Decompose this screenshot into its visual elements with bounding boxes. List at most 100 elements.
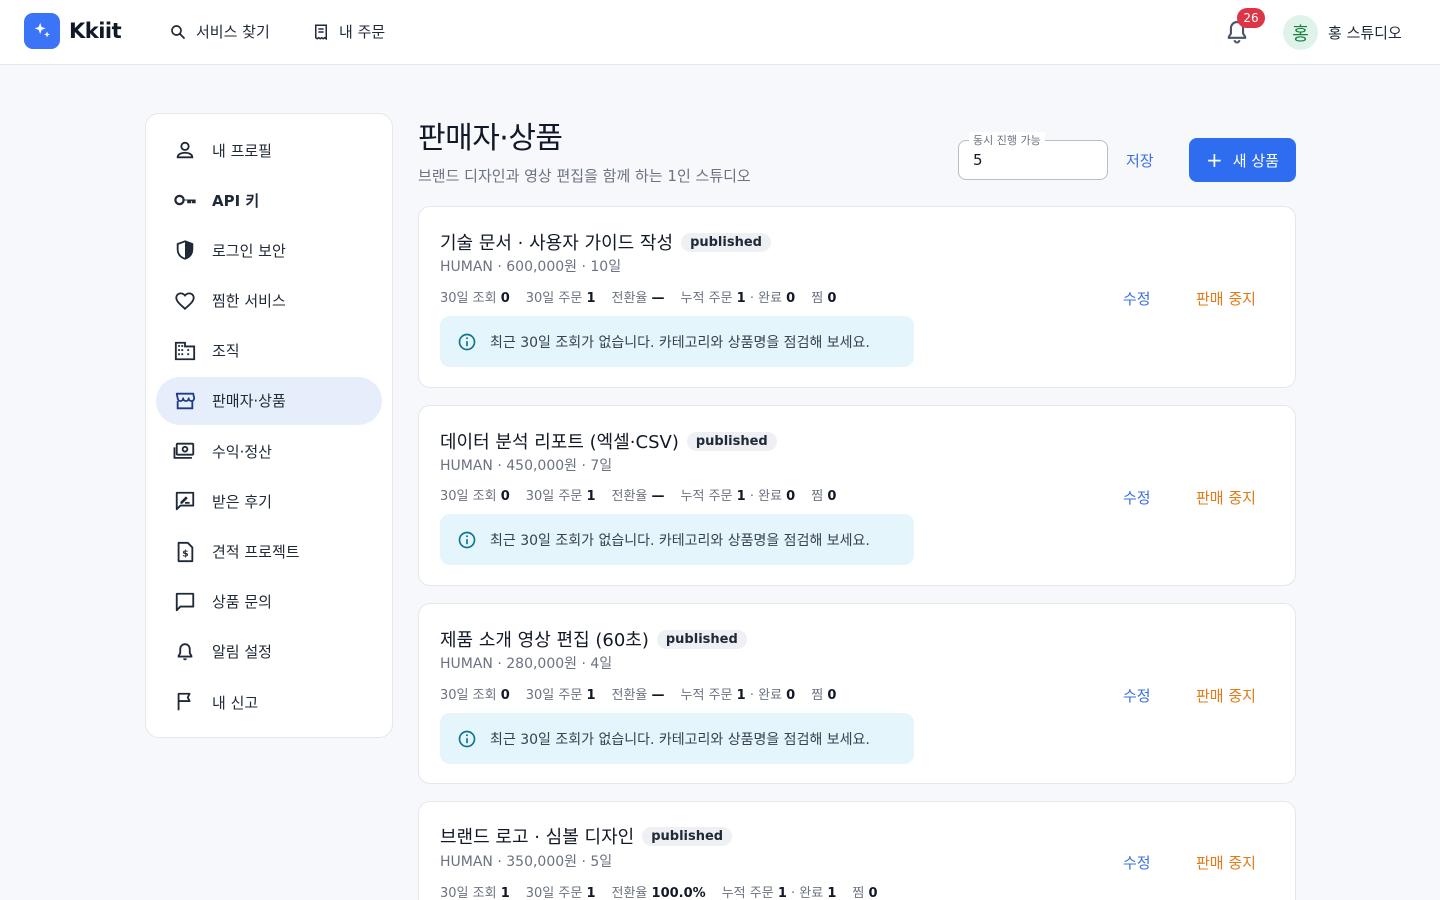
sidebar-item-label: 판매자·상품 xyxy=(212,392,286,411)
concurrent-capacity-field[interactable]: 동시 진행 가능 5 xyxy=(958,132,1108,180)
low-views-notice: 최근 30일 조회가 없습니다. 카테고리와 상품명을 점검해 보세요. xyxy=(440,514,914,565)
stat-value: 1 xyxy=(736,489,746,504)
sidebar-item-label: 조직 xyxy=(212,342,240,361)
sidebar-item-notification-settings[interactable]: 알림 설정 xyxy=(156,628,382,676)
stat-value: 1 xyxy=(500,886,510,900)
stat-label: 30일 주문 xyxy=(525,688,583,703)
stat-value: 100.0% xyxy=(651,886,706,900)
new-product-button[interactable]: + 새 상품 xyxy=(1189,138,1296,182)
status-badge: published xyxy=(686,431,777,451)
concurrent-capacity-value[interactable]: 5 xyxy=(973,151,983,169)
request-quote-icon: $ xyxy=(173,540,197,564)
nav-find-services[interactable]: 서비스 찾기 xyxy=(169,21,270,42)
status-badge: published xyxy=(681,232,771,252)
sidebar-item-my-reports[interactable]: 내 신고 xyxy=(156,678,382,726)
sidebar-item-quote-projects[interactable]: $ 견적 프로젝트 xyxy=(156,528,382,576)
stat-value: 0 xyxy=(786,291,796,306)
stat-label: 30일 주문 xyxy=(525,489,583,504)
stat-value: 1 xyxy=(586,489,596,504)
stat-label: 전환율 xyxy=(611,489,648,504)
sidebar-item-favorites[interactable]: 찜한 서비스 xyxy=(156,277,382,325)
product-stats: 30일 조회 1 30일 주문 1 전환율 100.0% 누적 주문 1 · 완료 1… xyxy=(440,886,878,900)
sidebar-item-login-security[interactable]: 로그인 보안 xyxy=(156,226,382,274)
stat-value: 0 xyxy=(786,489,796,504)
info-icon xyxy=(458,730,476,747)
status-badge: published xyxy=(642,826,733,846)
sidebar-item-product-inquiries[interactable]: 상품 문의 xyxy=(156,578,382,626)
stat-value: 0 xyxy=(786,688,796,703)
user-name: 홍 스튜디오 xyxy=(1328,24,1402,42)
stat-value: 0 xyxy=(827,489,837,504)
stop-selling-button[interactable]: 판매 중지 xyxy=(1196,288,1256,309)
notice-text: 최근 30일 조회가 없습니다. 카테고리와 상품명을 점검해 보세요. xyxy=(490,731,870,748)
stat-label: 전환율 xyxy=(611,291,648,306)
building-icon xyxy=(173,339,197,363)
nav-my-orders[interactable]: 내 주문 xyxy=(312,21,385,42)
sidebar-item-organization[interactable]: 조직 xyxy=(156,327,382,375)
info-icon xyxy=(458,531,476,548)
save-button[interactable]: 저장 xyxy=(1126,150,1154,171)
stat-label: 누적 주문 xyxy=(680,291,733,306)
key-icon xyxy=(173,188,197,212)
sidebar-item-reviews[interactable]: 받은 후기 xyxy=(156,477,382,525)
logo[interactable]: Kkiit xyxy=(24,13,122,49)
product-title: 제품 소개 영상 편집 (60초) xyxy=(440,630,649,651)
flag-icon xyxy=(173,690,197,714)
edit-product-button[interactable]: 수정 xyxy=(1123,288,1151,309)
heart-icon xyxy=(173,289,197,313)
top-bar: Kkiit 서비스 찾기 내 주문 26 홍 홍 스튜디오 xyxy=(0,0,1440,65)
stat-value: 1 xyxy=(736,291,746,306)
info-icon xyxy=(458,333,476,350)
stop-selling-button[interactable]: 판매 중지 xyxy=(1196,487,1256,508)
stat-value: 1 xyxy=(586,291,596,306)
notice-text: 최근 30일 조회가 없습니다. 카테고리와 상품명을 점검해 보세요. xyxy=(490,334,870,351)
product-stats: 30일 조회 0 30일 주문 1 전환율 — 누적 주문 1 · 완료 0찜 0 xyxy=(440,688,837,703)
product-card: 기술 문서 · 사용자 가이드 작성 published HUMAN · 600… xyxy=(418,206,1296,388)
stat-label: 완료 xyxy=(758,489,783,504)
sidebar-item-label: 알림 설정 xyxy=(212,643,272,662)
page-header: 판매자·상품 브랜드 디자인과 영상 편집을 함께 하는 1인 스튜디오 xyxy=(418,113,751,186)
product-meta: HUMAN · 450,000원 · 7일 xyxy=(440,458,613,474)
sidebar-item-revenue[interactable]: 수익·정산 xyxy=(156,427,382,475)
edit-product-button[interactable]: 수정 xyxy=(1123,852,1151,873)
stat-value: 1 xyxy=(827,886,837,900)
logo-text: Kkiit xyxy=(69,19,122,43)
low-views-notice: 최근 30일 조회가 없습니다. 카테고리와 상품명을 점검해 보세요. xyxy=(440,316,914,367)
plus-icon: + xyxy=(1206,148,1223,172)
page-subtitle: 브랜드 디자인과 영상 편집을 함께 하는 1인 스튜디오 xyxy=(418,167,751,185)
sidebar-item-label: 내 프로필 xyxy=(212,141,272,160)
product-title-row: 기술 문서 · 사용자 가이드 작성 published xyxy=(440,229,771,255)
product-title-row: 브랜드 로고 · 심볼 디자인 published xyxy=(440,823,733,849)
page-title: 판매자·상품 xyxy=(418,121,563,156)
stat-label: 30일 조회 xyxy=(440,688,497,703)
product-card: 제품 소개 영상 편집 (60초) published HUMAN · 280,… xyxy=(418,603,1296,784)
sidebar-item-label: 내 신고 xyxy=(212,693,259,712)
product-title: 기술 문서 · 사용자 가이드 작성 xyxy=(440,233,674,254)
stat-label: 30일 주문 xyxy=(525,886,583,900)
avatar: 홍 xyxy=(1283,15,1318,50)
sidebar-item-seller-products[interactable]: 판매자·상품 xyxy=(156,376,382,425)
stat-label: 30일 조회 xyxy=(440,291,497,306)
stat-label: 찜 xyxy=(852,886,865,900)
sidebar-item-api-key[interactable]: API 키 xyxy=(156,176,382,224)
stat-value: — xyxy=(651,489,665,504)
edit-product-button[interactable]: 수정 xyxy=(1123,487,1151,508)
product-title: 데이터 분석 리포트 (엑셀·CSV) xyxy=(440,432,679,453)
stat-label: 누적 주문 xyxy=(680,489,733,504)
product-meta: HUMAN · 350,000원 · 5일 xyxy=(440,854,613,870)
notice-text: 최근 30일 조회가 없습니다. 카테고리와 상품명을 점검해 보세요. xyxy=(490,532,870,549)
sidebar-item-profile[interactable]: 내 프로필 xyxy=(156,126,382,174)
product-meta: HUMAN · 280,000원 · 4일 xyxy=(440,656,613,672)
sidebar-item-label: 받은 후기 xyxy=(212,492,272,511)
stat-label: 30일 조회 xyxy=(440,489,497,504)
stop-selling-button[interactable]: 판매 중지 xyxy=(1196,685,1256,706)
shield-icon xyxy=(173,238,197,262)
stat-label: 완료 xyxy=(758,291,783,306)
stat-label: 전환율 xyxy=(611,886,648,900)
edit-product-button[interactable]: 수정 xyxy=(1123,685,1151,706)
stop-selling-button[interactable]: 판매 중지 xyxy=(1196,852,1256,873)
user-menu[interactable]: 홍 홍 스튜디오 xyxy=(1283,15,1402,50)
new-product-label: 새 상품 xyxy=(1232,151,1279,170)
product-title: 브랜드 로고 · 심볼 디자인 xyxy=(440,827,635,848)
person-icon xyxy=(173,138,197,162)
